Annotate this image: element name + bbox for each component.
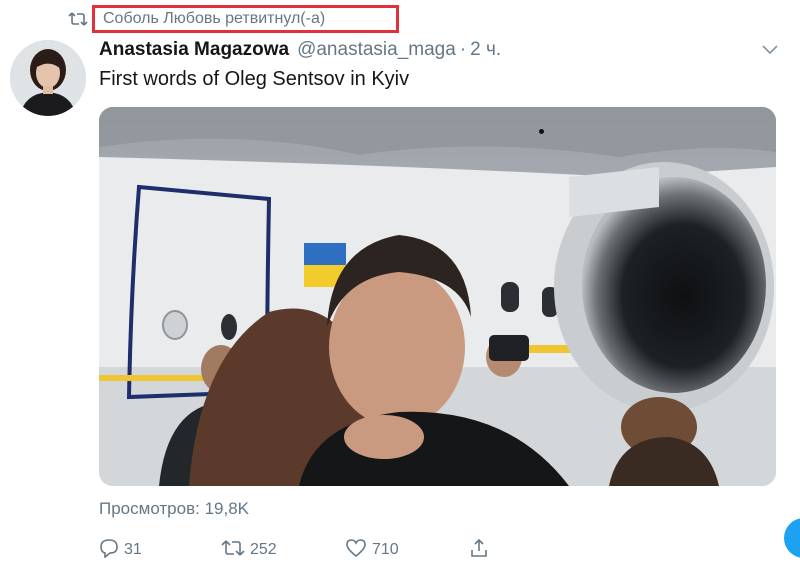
reply-icon [99,538,124,563]
author-handle[interactable]: @anastasia_maga [297,39,456,61]
retweet-icon [221,538,250,563]
avatar[interactable] [10,40,86,116]
retweet-icon [66,7,90,31]
heart-icon [345,538,372,563]
author-name[interactable]: Anastasia Magazowa [99,39,289,61]
tweet-timestamp[interactable]: 2 ч. [470,39,501,61]
chevron-down-icon[interactable] [760,39,780,59]
tweet-actions: 31 252 710 [99,537,519,563]
share-button[interactable] [469,537,494,563]
retweet-count: 252 [250,541,277,558]
stray-dot [539,129,544,134]
retweeted-by-label[interactable]: Соболь Любовь ретвитнул(-а) [92,5,399,33]
tweet-text: First words of Oleg Sentsov in Kyiv [99,68,410,90]
tweet-video[interactable] [99,107,776,486]
retweet-button[interactable]: 252 [221,537,277,563]
time-separator: · [459,39,467,60]
compose-tweet-button[interactable] [784,518,800,558]
retweet-header: Соболь Любовь ретвитнул(-а) [66,5,399,33]
view-count: Просмотров: 19,8K [99,499,249,518]
tweet-author-line: Anastasia Magazowa @anastasia_maga · 2 ч… [99,37,501,63]
like-count: 710 [372,541,399,558]
like-button[interactable]: 710 [345,537,399,563]
reply-button[interactable]: 31 [99,537,142,563]
reply-count: 31 [124,541,142,558]
share-icon [469,538,494,563]
